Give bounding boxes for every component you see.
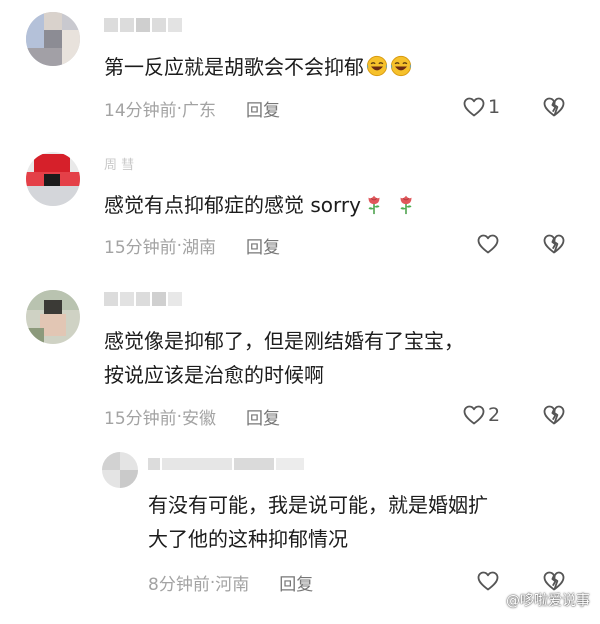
comment-time: 15分钟前	[104, 409, 177, 429]
laughing-crying-emoji	[390, 55, 412, 77]
like-button[interactable]	[476, 232, 500, 256]
like-count: 2	[488, 404, 501, 426]
comment-time: 15分钟前	[104, 238, 177, 258]
comment-location: 安徽	[182, 409, 217, 429]
like-button[interactable]: 1	[462, 95, 500, 119]
avatar[interactable]	[26, 12, 80, 66]
comment-location: 广东	[182, 101, 217, 121]
broken-heart-icon	[542, 403, 566, 427]
dislike-button[interactable]	[542, 95, 566, 119]
like-count: 1	[488, 96, 501, 118]
heart-icon	[476, 232, 500, 256]
comment-meta: 15分钟前 · 安徽 回复	[104, 404, 280, 430]
rose-emoji	[395, 193, 417, 215]
dislike-button[interactable]	[542, 403, 566, 427]
heart-icon	[476, 569, 500, 593]
comment-meta: 8分钟前 · 河南 回复	[148, 570, 313, 596]
comment-text: 第一反应就是胡歌会不会抑郁	[104, 50, 412, 84]
comment-text: 有没有可能，我是说可能，就是婚姻扩 大了他的这种抑郁情况	[148, 493, 488, 551]
heart-icon	[462, 403, 486, 427]
like-button[interactable]	[476, 569, 500, 593]
comment-time: 14分钟前	[104, 101, 177, 121]
broken-heart-icon	[542, 232, 566, 256]
laughing-crying-emoji	[366, 55, 388, 77]
reply-button[interactable]: 回复	[246, 96, 280, 121]
watermark-text: @哆啦爱说事	[506, 593, 590, 609]
username-blurred[interactable]	[148, 457, 304, 471]
avatar[interactable]	[26, 290, 80, 344]
comment-meta: 14分钟前 · 广东 回复	[104, 96, 280, 122]
reply-button[interactable]: 回复	[246, 404, 280, 429]
broken-heart-icon	[542, 95, 566, 119]
watermark: @哆啦爱说事	[506, 590, 590, 610]
rose-emoji	[363, 193, 385, 215]
comment-text: 感觉有点抑郁症的感觉 sorry	[104, 188, 417, 222]
username-blurred[interactable]	[104, 292, 182, 306]
dislike-button[interactable]	[542, 232, 566, 256]
reply-button[interactable]: 回复	[246, 233, 280, 258]
reply-button[interactable]: 回复	[279, 570, 313, 595]
username-blurred[interactable]	[104, 18, 182, 32]
username-blurred[interactable]: 周 彗	[104, 156, 134, 173]
comment-location: 河南	[215, 575, 250, 595]
comment-text: 感觉像是抑郁了，但是刚结婚有了宝宝， 按说应该是治愈的时候啊	[104, 329, 464, 387]
avatar[interactable]	[26, 152, 80, 206]
comment-time: 8分钟前	[148, 575, 210, 595]
comment-meta: 15分钟前 · 湖南 回复	[104, 233, 280, 259]
like-button[interactable]: 2	[462, 403, 500, 427]
heart-icon	[462, 95, 486, 119]
avatar[interactable]	[102, 452, 138, 488]
comment-location: 湖南	[182, 238, 217, 258]
